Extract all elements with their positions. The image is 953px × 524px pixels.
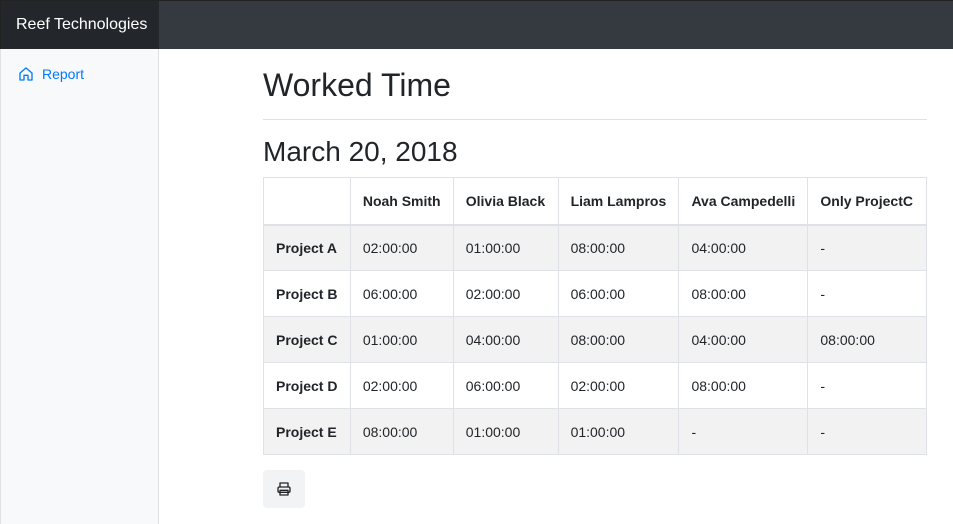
printer-icon (277, 482, 291, 496)
table-row: Project B 06:00:00 02:00:00 06:00:00 08:… (263, 270, 927, 317)
column-header (263, 177, 351, 226)
table-row: Project C 01:00:00 04:00:00 08:00:00 04:… (263, 316, 927, 363)
column-header: Olivia Black (452, 177, 559, 226)
top-navbar: Reef Technologies (0, 0, 953, 49)
brand-name[interactable]: Reef Technologies (1, 1, 159, 49)
table-cell: - (807, 270, 927, 317)
column-header: Noah Smith (349, 177, 454, 226)
table-cell: - (807, 408, 927, 455)
table-row: Project A 02:00:00 01:00:00 08:00:00 04:… (263, 224, 927, 271)
sidebar: Report (0, 49, 159, 524)
table-cell: 08:00:00 (678, 362, 809, 409)
print-button[interactable] (263, 470, 305, 508)
table-cell: - (807, 362, 927, 409)
table-cell: 04:00:00 (452, 316, 559, 363)
table-cell: 06:00:00 (349, 270, 454, 317)
row-header: Project E (263, 408, 351, 455)
row-header: Project D (263, 362, 351, 409)
table-row: Project E 08:00:00 01:00:00 01:00:00 - - (263, 408, 927, 455)
row-header: Project B (263, 270, 351, 317)
table-cell: - (807, 224, 927, 271)
column-header: Only ProjectC (807, 177, 927, 226)
worked-time-table: Noah Smith Olivia Black Liam Lampros Ava… (263, 177, 927, 455)
table-cell: 02:00:00 (452, 270, 559, 317)
table-cell: 08:00:00 (349, 408, 454, 455)
table-cell: 02:00:00 (349, 362, 454, 409)
table-cell: 01:00:00 (557, 408, 680, 455)
table-header-row: Noah Smith Olivia Black Liam Lampros Ava… (263, 177, 927, 226)
table-cell: 02:00:00 (349, 224, 454, 271)
table-cell: 08:00:00 (678, 270, 809, 317)
table-cell: 06:00:00 (452, 362, 559, 409)
sidebar-item-report[interactable]: Report (18, 66, 84, 82)
table-cell: 02:00:00 (557, 362, 680, 409)
report-date: March 20, 2018 (263, 136, 458, 167)
page-title: Worked Time (263, 67, 451, 103)
table-cell: 01:00:00 (452, 224, 559, 271)
table-cell: - (678, 408, 809, 455)
table-cell: 06:00:00 (557, 270, 680, 317)
row-header: Project C (263, 316, 351, 363)
sidebar-item-label: Report (42, 66, 85, 82)
table-row: Project D 02:00:00 06:00:00 02:00:00 08:… (263, 362, 927, 409)
table-cell: 01:00:00 (349, 316, 454, 363)
table-cell: 04:00:00 (678, 224, 809, 271)
column-header: Ava Campedelli (678, 177, 809, 226)
table-cell: 08:00:00 (807, 316, 927, 363)
title-divider (263, 119, 927, 120)
column-header: Liam Lampros (557, 177, 680, 226)
table-cell: 01:00:00 (452, 408, 559, 455)
table-cell: 08:00:00 (557, 224, 680, 271)
row-header: Project A (263, 224, 351, 271)
table-cell: 04:00:00 (678, 316, 809, 363)
home-icon (19, 67, 33, 81)
table-cell: 08:00:00 (557, 316, 680, 363)
